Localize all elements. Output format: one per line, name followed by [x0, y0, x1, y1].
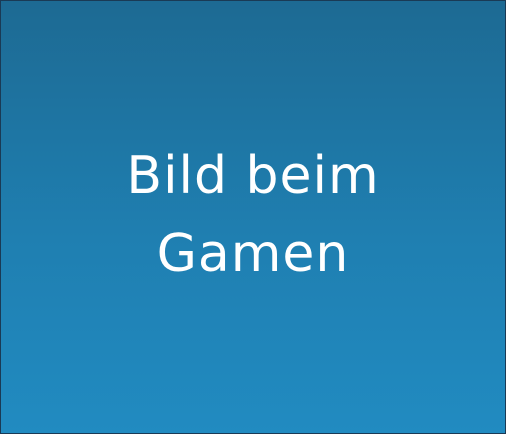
placeholder-caption-line-1: Bild beim [126, 146, 380, 206]
image-placeholder: Bild beim Gamen [0, 0, 506, 434]
placeholder-caption: Bild beim Gamen [126, 137, 379, 293]
placeholder-caption-line-2: Gamen [156, 224, 350, 284]
